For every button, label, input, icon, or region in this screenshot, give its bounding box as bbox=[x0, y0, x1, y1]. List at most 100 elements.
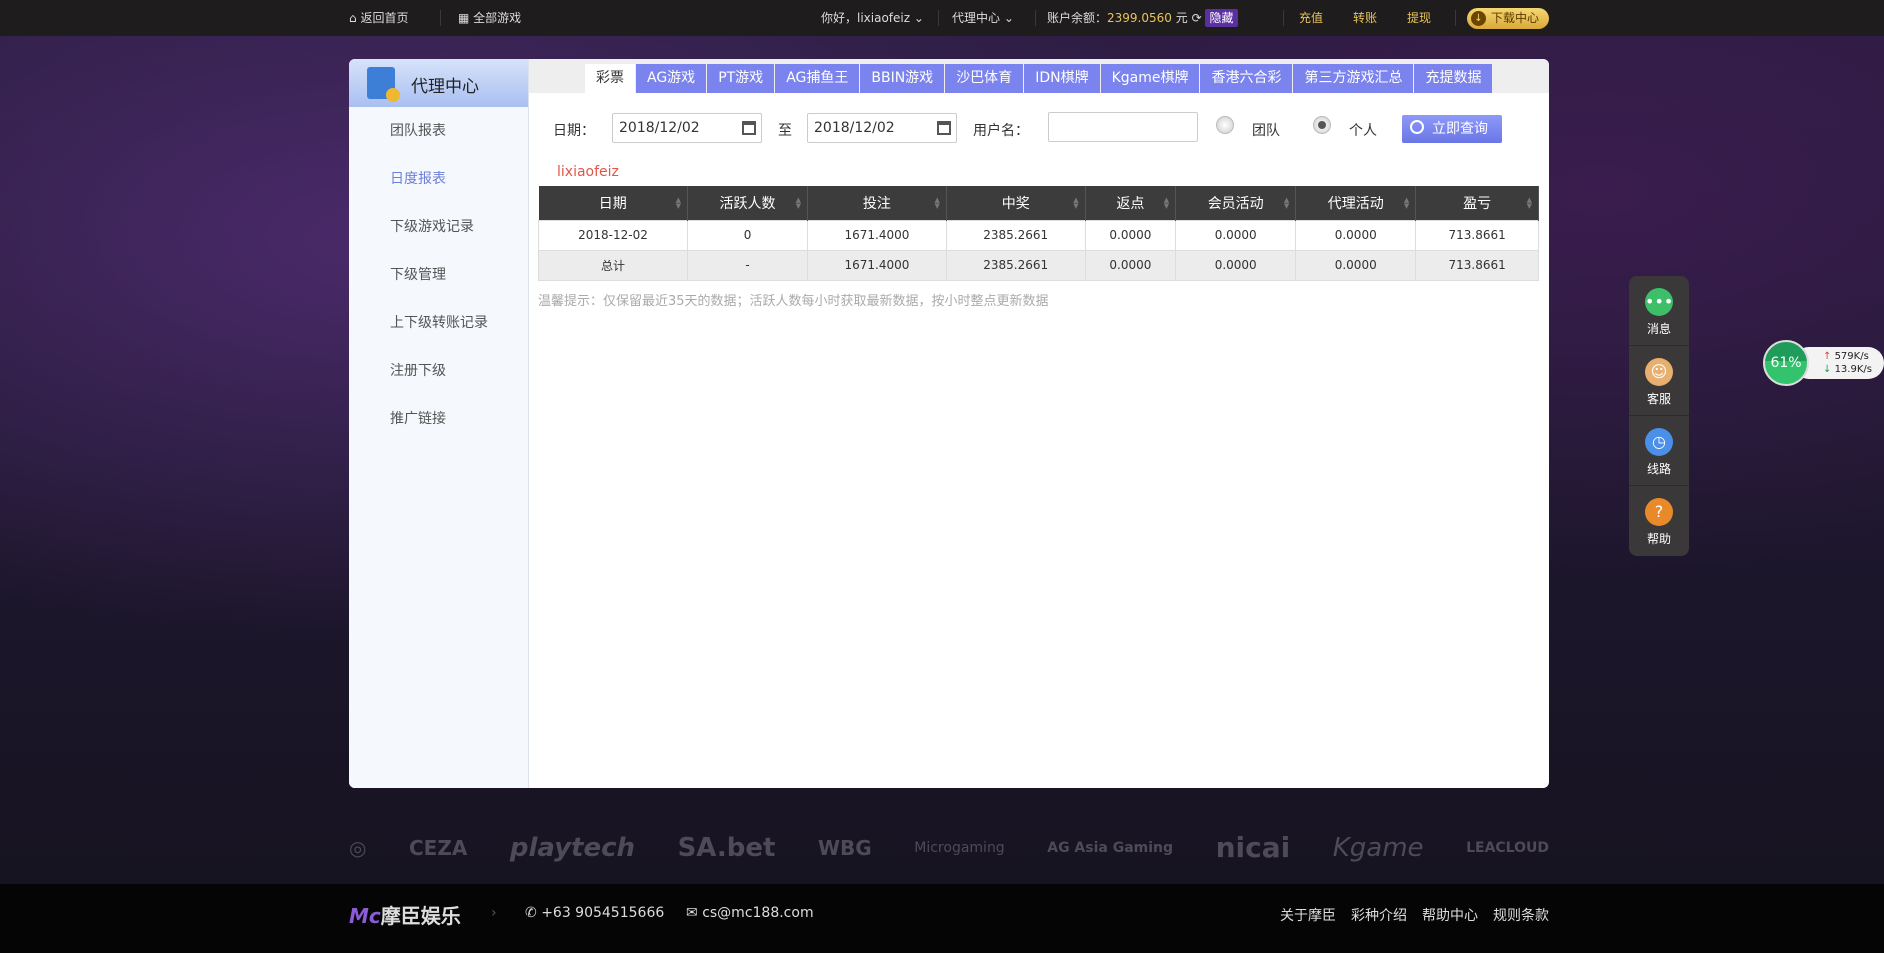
home-icon: ⌂ bbox=[349, 11, 360, 25]
col-bet[interactable]: 投注▲▼ bbox=[808, 186, 947, 220]
deposit-link[interactable]: 充值 bbox=[1299, 0, 1323, 36]
username-input[interactable] bbox=[1048, 112, 1198, 142]
messages-button[interactable]: •••消息 bbox=[1629, 276, 1689, 346]
memory-percent: 61% bbox=[1763, 340, 1809, 386]
team-label: 团队 bbox=[1252, 120, 1280, 140]
query-button[interactable]: 立即查询 bbox=[1402, 115, 1502, 143]
tab-idn[interactable]: IDN棋牌 bbox=[1024, 64, 1099, 93]
sabet-logo: SA.bet bbox=[678, 833, 776, 863]
home-link[interactable]: ⌂ 返回首页 bbox=[349, 0, 408, 36]
cell: 2385.2661 bbox=[946, 250, 1085, 280]
sidebar-item-team-report[interactable]: 团队报表 bbox=[349, 107, 528, 155]
hide-balance-button[interactable]: 隐藏 bbox=[1205, 9, 1237, 27]
sidebar-item-sub-management[interactable]: 下级管理 bbox=[349, 251, 528, 299]
col-member-activity[interactable]: 会员活动▲▼ bbox=[1176, 186, 1296, 220]
email[interactable]: ✉ cs@mc188.com bbox=[686, 905, 814, 921]
arrow-up-icon: ↑ bbox=[1823, 351, 1835, 362]
wbg-logo: WBG bbox=[818, 836, 872, 860]
cell: 1671.4000 bbox=[808, 250, 947, 280]
sort-icon: ▲▼ bbox=[1284, 197, 1289, 209]
personal-radio[interactable] bbox=[1313, 116, 1331, 134]
microgaming-logo: Microgaming bbox=[914, 840, 1004, 856]
table-header: 日期▲▼ 活跃人数▲▼ 投注▲▼ 中奖▲▼ 返点▲▼ 会员活动▲▼ 代理活动▲▼… bbox=[539, 186, 1539, 220]
col-date[interactable]: 日期▲▼ bbox=[539, 186, 688, 220]
cell: - bbox=[688, 250, 808, 280]
floating-toolbar: •••消息 ☺客服 ◷线路 ?帮助 bbox=[1629, 276, 1689, 556]
route-button[interactable]: ◷线路 bbox=[1629, 416, 1689, 486]
game-tabs: 彩票 AG游戏 PT游戏 AG捕鱼王 BBIN游戏 沙巴体育 IDN棋牌 Kga… bbox=[585, 64, 1493, 93]
table-row: 2018-12-0201671.40002385.26610.00000.000… bbox=[539, 220, 1539, 250]
end-date-input[interactable]: 2018/12/02 bbox=[807, 113, 957, 143]
sort-icon: ▲▼ bbox=[934, 197, 939, 209]
sort-icon: ▲▼ bbox=[1073, 197, 1078, 209]
tab-kgame[interactable]: Kgame棋牌 bbox=[1101, 64, 1200, 93]
withdraw-link[interactable]: 提现 bbox=[1407, 0, 1431, 36]
help-button[interactable]: ?帮助 bbox=[1629, 486, 1689, 556]
tab-hk-mark-six[interactable]: 香港六合彩 bbox=[1200, 64, 1292, 93]
sort-icon: ▲▼ bbox=[676, 197, 681, 209]
sort-icon: ▲▼ bbox=[1404, 197, 1409, 209]
tab-pt[interactable]: PT游戏 bbox=[707, 64, 774, 93]
sidebar-item-transfer-records[interactable]: 上下级转账记录 bbox=[349, 299, 528, 347]
cell: 713.8661 bbox=[1416, 250, 1539, 280]
footer-link-rules[interactable]: 规则条款 bbox=[1493, 905, 1549, 925]
start-date-input[interactable]: 2018/12/02 bbox=[612, 113, 762, 143]
footer-link-about[interactable]: 关于摩臣 bbox=[1280, 905, 1336, 925]
download-speed: ↓ 13.9K/s bbox=[1823, 363, 1884, 376]
calendar-icon[interactable] bbox=[742, 121, 756, 135]
footer-link-lottery-intro[interactable]: 彩种介绍 bbox=[1351, 905, 1407, 925]
balance: 账户余额：2399.0560 元 ⟳ 隐藏 bbox=[1047, 0, 1238, 36]
sidebar-item-daily-report[interactable]: 日度报表 bbox=[349, 155, 528, 203]
tab-deposit-withdraw[interactable]: 充提数据 bbox=[1414, 64, 1492, 93]
all-games-link[interactable]: ▦ 全部游戏 bbox=[458, 0, 521, 36]
sort-icon: ▲▼ bbox=[1164, 197, 1169, 209]
phone: ✆ +63 9054515666 bbox=[525, 905, 664, 921]
customer-service-button[interactable]: ☺客服 bbox=[1629, 346, 1689, 416]
user-menu[interactable]: 你好，lixiaofeiz ⌄ bbox=[821, 0, 924, 36]
calendar-icon[interactable] bbox=[937, 121, 951, 135]
cell: 0.0000 bbox=[1296, 220, 1416, 250]
sidebar-item-promo-link[interactable]: 推广链接 bbox=[349, 395, 528, 443]
network-speed-widget[interactable]: 61% ↑ 579K/s ↓ 13.9K/s bbox=[1763, 340, 1884, 385]
divider bbox=[440, 10, 441, 26]
tab-bbin[interactable]: BBIN游戏 bbox=[860, 64, 944, 93]
sort-icon: ▲▼ bbox=[796, 197, 801, 209]
balance-value: 2399.0560 bbox=[1107, 11, 1172, 25]
team-radio[interactable] bbox=[1216, 116, 1234, 134]
footer-link-help[interactable]: 帮助中心 bbox=[1422, 905, 1478, 925]
cell: 2385.2661 bbox=[946, 220, 1085, 250]
arrow-down-icon: ↓ bbox=[1823, 364, 1835, 375]
chat-icon: ••• bbox=[1645, 288, 1673, 316]
refresh-icon[interactable]: ⟳ bbox=[1192, 11, 1202, 25]
kgame-logo: Kgame bbox=[1333, 833, 1424, 863]
sidebar-item-register-sub[interactable]: 注册下级 bbox=[349, 347, 528, 395]
col-rebate[interactable]: 返点▲▼ bbox=[1085, 186, 1176, 220]
divider bbox=[1455, 10, 1456, 26]
ag-logo: AG Asia Gaming bbox=[1047, 840, 1173, 856]
transfer-link[interactable]: 转账 bbox=[1353, 0, 1377, 36]
mail-icon: ✉ bbox=[686, 905, 702, 921]
sidebar-header: 代理中心 bbox=[349, 59, 528, 107]
tab-saba-sports[interactable]: 沙巴体育 bbox=[945, 64, 1023, 93]
col-profit[interactable]: 盈亏▲▼ bbox=[1416, 186, 1539, 220]
sidebar-item-sub-game-records[interactable]: 下级游戏记录 bbox=[349, 203, 528, 251]
col-active[interactable]: 活跃人数▲▼ bbox=[688, 186, 808, 220]
download-icon: ↓ bbox=[1471, 11, 1486, 26]
tab-ag-fishing[interactable]: AG捕鱼王 bbox=[775, 64, 859, 93]
col-agent-activity[interactable]: 代理活动▲▼ bbox=[1296, 186, 1416, 220]
tab-lottery[interactable]: 彩票 bbox=[585, 64, 635, 93]
agent-center-menu[interactable]: 代理中心 ⌄ bbox=[952, 0, 1014, 36]
divider bbox=[1035, 10, 1036, 26]
help-icon: ? bbox=[1645, 498, 1673, 526]
tab-ag[interactable]: AG游戏 bbox=[636, 64, 706, 93]
search-icon bbox=[1410, 120, 1424, 134]
to-label: 至 bbox=[778, 120, 792, 140]
tab-third-party-summary[interactable]: 第三方游戏汇总 bbox=[1293, 64, 1413, 93]
footer: Mc摩臣娱乐 › ✆ +63 9054515666 ✉ cs@mc188.com… bbox=[0, 884, 1884, 953]
partner-logos: ◎ CEZA playtech SA.bet WBG Microgaming A… bbox=[349, 825, 1549, 870]
top-bar: ⌂ 返回首页 ▦ 全部游戏 你好，lixiaofeiz ⌄ 代理中心 ⌄ 账户余… bbox=[0, 0, 1884, 36]
cell: 1671.4000 bbox=[808, 220, 947, 250]
download-center-button[interactable]: ↓下载中心 bbox=[1467, 8, 1549, 29]
col-win[interactable]: 中奖▲▼ bbox=[946, 186, 1085, 220]
date-label: 日期： bbox=[553, 120, 595, 140]
